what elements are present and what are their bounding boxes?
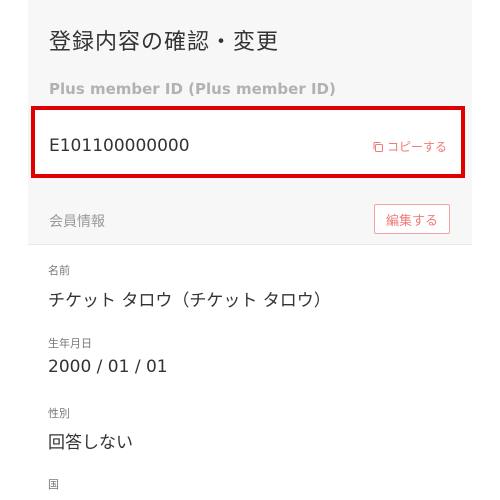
name-value: チケット タロウ（チケット タロウ） — [48, 291, 331, 311]
member-id-box: E101100000000 コピーする — [31, 106, 465, 178]
section-title: 会員情報 — [49, 214, 105, 230]
birthdate-label: 生年月日 — [48, 337, 92, 350]
name-label: 名前 — [48, 264, 70, 277]
account-panel: 登録内容の確認・変更 Plus member ID (Plus member I… — [28, 0, 472, 500]
member-id-label: Plus member ID (Plus member ID) — [49, 80, 336, 98]
member-id-value: E101100000000 — [49, 136, 190, 156]
copy-label: コピーする — [386, 140, 447, 154]
copy-button[interactable]: コピーする — [372, 138, 447, 155]
gender-label: 性別 — [48, 407, 70, 420]
edit-button[interactable]: 編集する — [374, 204, 450, 234]
gender-value: 回答しない — [48, 433, 133, 453]
country-label: 国 — [48, 478, 59, 491]
member-info-section-header: 会員情報 編集する — [28, 198, 472, 245]
birthdate-value: 2000 / 01 / 01 — [48, 357, 168, 377]
copy-icon — [373, 141, 383, 152]
page-title: 登録内容の確認・変更 — [49, 30, 280, 55]
